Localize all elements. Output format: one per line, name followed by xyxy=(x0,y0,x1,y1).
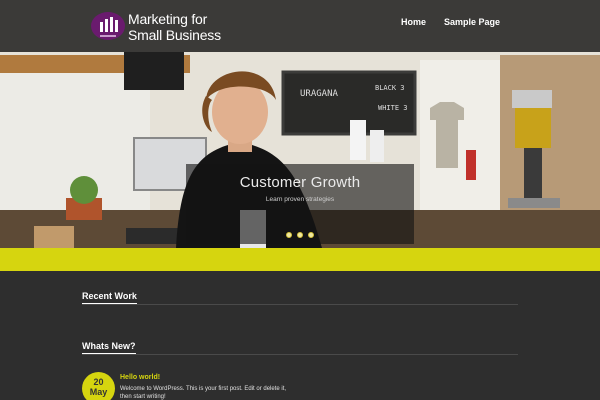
section-divider xyxy=(82,354,518,355)
slider-dot[interactable] xyxy=(308,232,314,238)
post-date-badge: 20 May xyxy=(82,372,115,400)
post-month: May xyxy=(89,387,108,397)
site-title-line2: Small Business xyxy=(128,27,221,43)
hero-slider: URAGANA BLACK 3 WHITE 3 Marketing for Sm… xyxy=(0,0,600,248)
recent-work-heading: Recent Work xyxy=(82,291,137,305)
site-header: Marketing for Small Business Home Sample… xyxy=(0,0,600,52)
slide-caption-title: Customer Growth xyxy=(239,174,361,191)
main-content: Recent Work Whats New? 20 May Hello worl… xyxy=(0,271,600,400)
post-day: 20 xyxy=(93,377,104,387)
site-title[interactable]: Marketing for Small Business xyxy=(128,11,221,43)
post-excerpt: Welcome to WordPress. This is your first… xyxy=(120,386,287,400)
slide-caption-subtitle: Learn proven strategies xyxy=(265,196,335,203)
slider-pagination xyxy=(186,232,414,238)
slider-dot[interactable] xyxy=(286,232,292,238)
svg-text:BLACK 3: BLACK 3 xyxy=(375,84,405,92)
whats-new-heading: Whats New? xyxy=(82,341,136,355)
accent-band xyxy=(0,248,600,271)
site-logo-icon[interactable] xyxy=(90,8,126,44)
slide-caption: Customer Growth Learn proven strategies xyxy=(186,164,414,244)
site-title-line1: Marketing for xyxy=(128,11,208,27)
section-divider xyxy=(82,304,518,305)
post-title-link[interactable]: Hello world! xyxy=(120,374,160,381)
svg-text:WHITE 3: WHITE 3 xyxy=(378,104,408,112)
svg-text:URAGANA: URAGANA xyxy=(300,89,339,99)
nav-item-home[interactable]: Home xyxy=(401,17,426,27)
nav-item-sample-page[interactable]: Sample Page xyxy=(444,17,500,27)
slider-dot[interactable] xyxy=(297,232,303,238)
main-nav: Home Sample Page xyxy=(401,17,500,27)
